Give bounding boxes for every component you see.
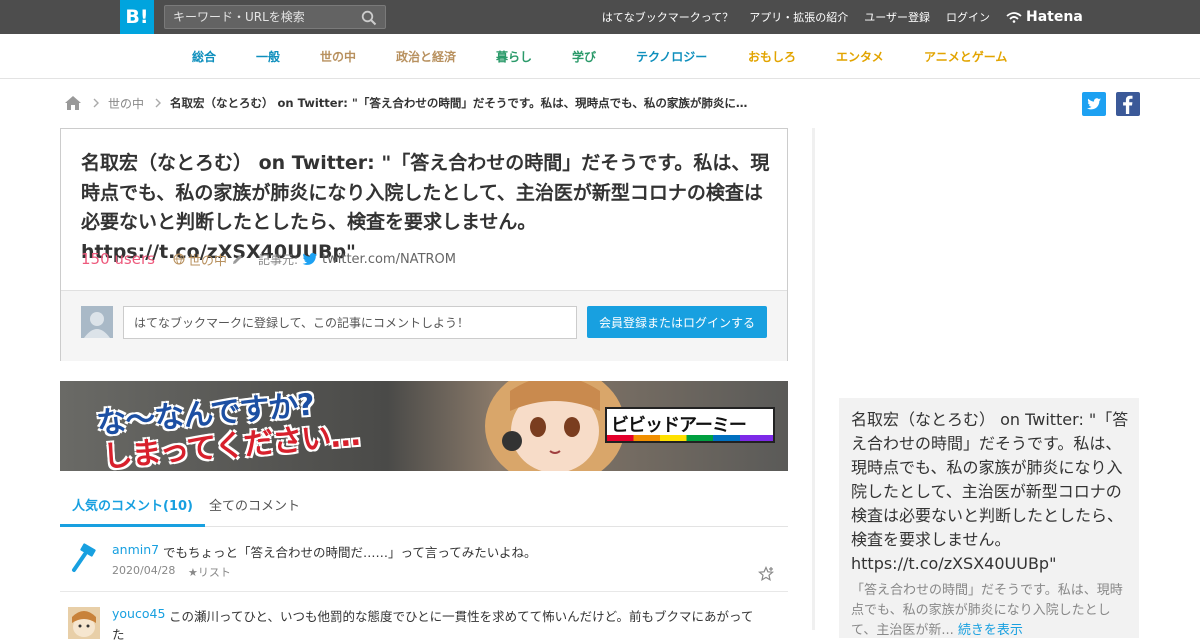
user-avatar[interactable] [68, 607, 100, 639]
hatena-brand[interactable]: Hatena [1006, 8, 1083, 26]
facebook-share-button[interactable] [1116, 92, 1140, 116]
header-links: はてなブックマークって？ アプリ・拡張の紹介 ユーザー登録 ログイン [586, 0, 990, 34]
user-silhouette-icon [84, 312, 110, 338]
ad-game-logo: ビビッドアーミー [605, 407, 775, 443]
source-label: 記事元: [257, 252, 298, 267]
comment-date[interactable]: 2020/04/28 [112, 564, 175, 577]
search-icon[interactable] [361, 10, 377, 26]
star-icon[interactable] [758, 566, 774, 582]
entry-card: 名取宏（なとろむ） on Twitter: "「答え合わせの時間」だそうです。私… [60, 128, 788, 361]
cat-technology[interactable]: テクノロジー [636, 48, 707, 65]
entry-category[interactable]: 世の中 [173, 250, 227, 269]
ad-banner[interactable]: な〜なんですか? しまってください… ビビッドアーミー [60, 381, 788, 471]
comment-text: でもちょっと「答え合わせの時間だ……」って言ってみたいよね。 [163, 545, 537, 560]
globe-icon [173, 253, 185, 265]
cat-fun[interactable]: おもしろ [748, 48, 796, 65]
divider [60, 591, 788, 592]
comment-username[interactable]: anmin7 [112, 542, 159, 557]
hatena-wifi-icon [1006, 12, 1022, 23]
brand-name: Hatena [1026, 9, 1083, 25]
pencil-icon[interactable] [231, 253, 244, 266]
tab-popular-comments[interactable]: 人気のコメント(10) [60, 490, 205, 527]
entry-category-label: 世の中 [187, 253, 227, 269]
search-box[interactable] [164, 5, 386, 29]
ad-logo-text: ビビッドアーミー [611, 415, 747, 436]
twitter-icon [1087, 98, 1101, 110]
global-header: B! はてなブックマークって？ アプリ・拡張の紹介 ユーザー登録 ログイン Ha… [0, 0, 1200, 34]
comment-text-continuation: た [112, 627, 125, 642]
login-link[interactable]: ログイン [946, 9, 990, 25]
category-nav: 総合 一般 世の中 政治と経済 暮らし 学び テクノロジー おもしろ エンタメ … [0, 34, 1200, 79]
user-avatar-placeholder [81, 306, 113, 338]
register-link[interactable]: ユーザー登録 [864, 9, 930, 25]
apps-link[interactable]: アプリ・拡張の紹介 [749, 9, 848, 25]
cat-economics[interactable]: 政治と経済 [396, 48, 456, 65]
source-link[interactable]: twitter.com/NATROM [322, 252, 456, 267]
tab-all-comments[interactable]: 全てのコメント [197, 490, 312, 527]
users-count[interactable]: 150 users [81, 250, 155, 268]
add-to-list-link[interactable]: ★リスト [188, 564, 231, 580]
cat-life[interactable]: 暮らし [496, 48, 532, 65]
about-link[interactable]: はてなブックマークって？ [602, 9, 733, 25]
ad-logo-stripe [607, 435, 773, 441]
search-input[interactable] [173, 8, 353, 26]
user-avatar[interactable] [68, 542, 100, 574]
chevron-right-icon [155, 98, 162, 108]
comment-tabs: 人気のコメント(10) 全てのコメント [60, 490, 788, 527]
comment-input[interactable] [123, 306, 577, 339]
home-icon[interactable] [64, 95, 82, 111]
comment-username[interactable]: youco45 [112, 606, 165, 621]
comment-text: この瀬川ってひと、いつも他罰的な態度でひとに一貫性を求めてて怖いんだけど。前もブ… [169, 609, 754, 624]
cat-knowledge[interactable]: 学び [572, 48, 596, 65]
comment-form: 会員登録またはログインする [61, 290, 787, 361]
cat-entertainment[interactable]: エンタメ [836, 48, 884, 65]
breadcrumb: 世の中 名取宏（なとろむ） on Twitter: "「答え合わせの時間」だそう… [64, 93, 747, 113]
hatena-bookmark-logo[interactable]: B! [120, 0, 154, 34]
twitter-share-button[interactable] [1082, 92, 1106, 116]
list-item: anmin7 でもちょっと「答え合わせの時間だ……」って言ってみたいよね。 20… [60, 536, 788, 592]
login-register-button[interactable]: 会員登録またはログインする [587, 306, 767, 338]
twitter-bird-icon [302, 253, 318, 265]
entry-meta: 150 users 世の中 記事元: twitter.com/NATROM [81, 248, 456, 270]
cat-general[interactable]: 一般 [256, 48, 280, 65]
sidebar-entry-description: 「答え合わせの時間」だそうです。私は、現時点でも、私の家族が肺炎になり入院したと… [851, 581, 1135, 641]
list-item: youco45 この瀬川ってひと、いつも他罰的な態度でひとに一貫性を求めてて怖い… [60, 596, 788, 642]
facebook-icon [1123, 95, 1133, 114]
cat-all[interactable]: 総合 [192, 48, 216, 65]
sidebar-entry-title[interactable]: 名取宏（なとろむ） on Twitter: "「答え合わせの時間」だそうです。私… [851, 408, 1131, 576]
breadcrumb-title: 名取宏（なとろむ） on Twitter: "「答え合わせの時間」だそうです。私… [170, 96, 748, 110]
cat-social[interactable]: 世の中 [320, 48, 356, 65]
cat-game[interactable]: アニメとゲーム [924, 48, 1007, 65]
chevron-right-icon [93, 98, 99, 108]
column-divider [812, 128, 815, 630]
sidebar-entry-summary: 名取宏（なとろむ） on Twitter: "「答え合わせの時間」だそうです。私… [839, 398, 1139, 638]
breadcrumb-category[interactable]: 世の中 [108, 95, 144, 112]
show-more-link[interactable]: 続きを表示 [958, 623, 1023, 638]
